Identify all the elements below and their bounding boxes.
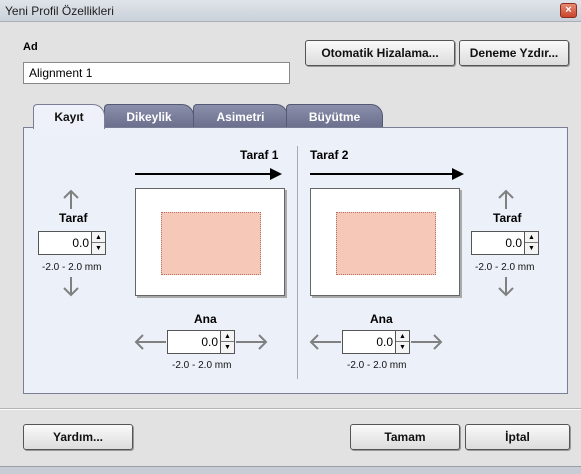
- side1-horizontal-stepper[interactable]: 0.0 ▲ ▼: [167, 330, 235, 354]
- side2-horizontal-value: 0.0: [376, 335, 393, 349]
- close-button[interactable]: ×: [560, 3, 577, 18]
- name-input[interactable]: [23, 62, 290, 84]
- left-arrow-icon: [134, 334, 166, 350]
- side2-vertical-stepper[interactable]: 0.0 ▲ ▼: [471, 231, 539, 255]
- spin-buttons: ▲ ▼: [395, 331, 409, 353]
- side2-direction-line: [310, 173, 455, 175]
- spin-up-button[interactable]: ▲: [92, 232, 105, 243]
- side2-horizontal-range: -2.0 - 2.0 mm: [347, 360, 407, 371]
- tab-asimetri[interactable]: Asimetri: [193, 104, 288, 128]
- side1-direction-arrow-icon: [270, 168, 282, 180]
- side1-title: Taraf 1: [240, 148, 279, 162]
- spin-down-button[interactable]: ▼: [396, 342, 409, 353]
- spin-up-button[interactable]: ▲: [525, 232, 538, 243]
- tab-panel: [23, 127, 568, 394]
- tab-dikeylik[interactable]: Dikeylik: [104, 104, 194, 128]
- down-arrow-icon: [498, 277, 514, 297]
- tab-kayit[interactable]: Kayıt: [33, 104, 105, 129]
- right-arrow-icon: [236, 334, 268, 350]
- side1-horizontal-value: 0.0: [201, 335, 218, 349]
- side1-direction-line: [135, 173, 273, 175]
- side1-image-area: [161, 212, 261, 275]
- spin-up-button[interactable]: ▲: [221, 331, 234, 342]
- side2-horizontal-label: Ana: [370, 312, 393, 326]
- spin-buttons: ▲ ▼: [220, 331, 234, 353]
- window-title: Yeni Profil Özellikleri: [5, 4, 114, 18]
- side1-vertical-range: -2.0 - 2.0 mm: [42, 262, 102, 273]
- side1-vertical-value: 0.0: [72, 236, 89, 250]
- side-divider: [297, 146, 298, 379]
- side1-horizontal-range: -2.0 - 2.0 mm: [172, 360, 232, 371]
- spin-down-button[interactable]: ▼: [92, 243, 105, 254]
- side2-vertical-label: Taraf: [493, 211, 522, 225]
- side2-vertical-range: -2.0 - 2.0 mm: [475, 262, 535, 273]
- footer-divider-highlight: [0, 409, 581, 410]
- side1-sheet: [135, 188, 285, 296]
- spin-up-button[interactable]: ▲: [396, 331, 409, 342]
- title-bar: Yeni Profil Özellikleri ×: [0, 0, 581, 22]
- auto-align-button[interactable]: Otomatik Hizalama...: [305, 40, 455, 66]
- side2-vertical-value: 0.0: [505, 236, 522, 250]
- right-arrow-icon: [411, 334, 443, 350]
- side2-title: Taraf 2: [310, 148, 349, 162]
- side1-horizontal-label: Ana: [194, 312, 217, 326]
- side2-sheet: [310, 188, 460, 296]
- spin-down-button[interactable]: ▼: [525, 243, 538, 254]
- down-arrow-icon: [63, 277, 79, 297]
- spin-buttons: ▲ ▼: [91, 232, 105, 254]
- window-bottom-edge: [0, 466, 581, 474]
- name-label: Ad: [23, 41, 38, 53]
- spin-buttons: ▲ ▼: [524, 232, 538, 254]
- cancel-button[interactable]: İptal: [465, 424, 570, 450]
- ok-button[interactable]: Tamam: [350, 424, 460, 450]
- test-print-button[interactable]: Deneme Yzdır...: [459, 40, 569, 66]
- spin-down-button[interactable]: ▼: [221, 342, 234, 353]
- left-arrow-icon: [309, 334, 341, 350]
- side2-horizontal-stepper[interactable]: 0.0 ▲ ▼: [342, 330, 410, 354]
- side1-vertical-label: Taraf: [59, 211, 88, 225]
- tab-buyutme[interactable]: Büyütme: [286, 104, 383, 128]
- up-arrow-icon: [498, 189, 514, 209]
- side2-direction-arrow-icon: [452, 168, 464, 180]
- up-arrow-icon: [63, 189, 79, 209]
- side1-vertical-stepper[interactable]: 0.0 ▲ ▼: [38, 231, 106, 255]
- side2-image-area: [336, 212, 436, 275]
- help-button[interactable]: Yardım...: [23, 424, 133, 450]
